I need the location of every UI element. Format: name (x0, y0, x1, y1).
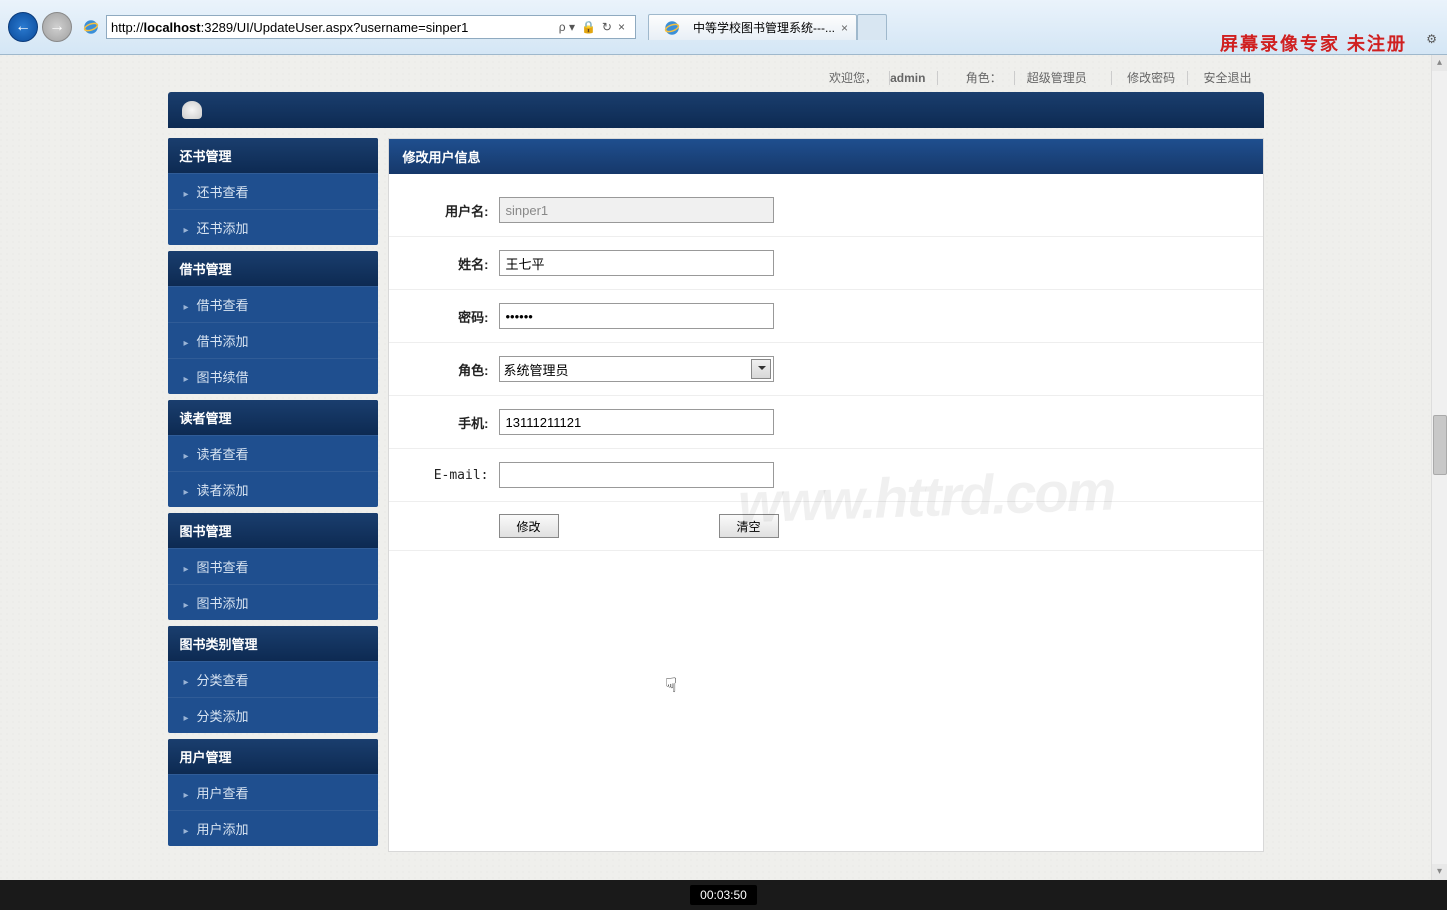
ie-icon (82, 18, 100, 36)
row-phone: 手机: (389, 396, 1263, 449)
input-username (499, 197, 774, 223)
vertical-scrollbar[interactable] (1431, 55, 1447, 880)
sidebar-item[interactable]: 借书添加 (168, 322, 378, 358)
url-tools: ρ ▾ 🔒 ↻ × (559, 20, 631, 34)
select-role-value: 系统管理员 (504, 360, 569, 379)
nav-back-button[interactable]: ← (8, 12, 38, 42)
taskbar: 00:03:50 (0, 880, 1447, 910)
submit-button[interactable]: 修改 (499, 514, 559, 538)
url-prefix: http:// (111, 20, 144, 35)
logout-link[interactable]: 安全退出 (1203, 71, 1251, 85)
sidebar-item[interactable]: 图书添加 (168, 584, 378, 620)
tab-close-icon[interactable]: × (841, 21, 848, 35)
tab-strip: 中等学校图书管理系统---... × (648, 14, 887, 40)
home-icon[interactable] (182, 101, 202, 119)
browser-settings-icon[interactable]: ⚙ (1426, 32, 1437, 46)
sidebar-header: 读者管理 (168, 400, 378, 435)
page-viewport: 欢迎您，admin 角色：超级管理员 修改密码 安全退出 还书管理还书查看还书添… (0, 55, 1431, 880)
sidebar-section: 还书管理还书查看还书添加 (168, 138, 378, 245)
input-realname[interactable] (499, 250, 774, 276)
sidebar-item[interactable]: 分类添加 (168, 697, 378, 733)
sidebar: 还书管理还书查看还书添加借书管理借书查看借书添加图书续借读者管理读者查看读者添加… (168, 138, 378, 852)
row-username: 用户名: (389, 184, 1263, 237)
app-header (168, 92, 1264, 128)
sidebar-item[interactable]: 读者添加 (168, 471, 378, 507)
button-row: 修改 清空 (389, 502, 1263, 551)
sidebar-header: 用户管理 (168, 739, 378, 774)
sidebar-item[interactable]: 图书续借 (168, 358, 378, 394)
chevron-down-icon (758, 366, 766, 374)
search-dropdown-icon[interactable]: ρ ▾ (559, 20, 575, 34)
sidebar-item[interactable]: 借书查看 (168, 286, 378, 322)
row-email: E-mail: (389, 449, 1263, 502)
url-path: :3289/UI/UpdateUser.aspx?username=sinper… (201, 20, 469, 35)
address-bar[interactable]: http://localhost:3289/UI/UpdateUser.aspx… (106, 15, 636, 39)
sidebar-header: 还书管理 (168, 138, 378, 173)
sidebar-item[interactable]: 读者查看 (168, 435, 378, 471)
tab-title: 中等学校图书管理系统---... (693, 19, 835, 36)
row-realname: 姓名: (389, 237, 1263, 290)
stop-icon[interactable]: × (618, 20, 625, 34)
change-password-link[interactable]: 修改密码 (1127, 71, 1175, 85)
new-tab-button[interactable] (857, 14, 887, 40)
scroll-thumb[interactable] (1433, 415, 1447, 475)
form-area: 用户名: 姓名: 密码: 角色: 系统管理员 (389, 174, 1263, 561)
content-wrapper: 还书管理还书查看还书添加借书管理借书查看借书添加图书续借读者管理读者查看读者添加… (168, 128, 1264, 852)
lock-icon[interactable]: 🔒 (581, 20, 596, 34)
row-password: 密码: (389, 290, 1263, 343)
browser-toolbar: ← → http://localhost:3289/UI/UpdateUser.… (0, 0, 1447, 55)
recording-time: 00:03:50 (690, 885, 757, 905)
input-phone[interactable] (499, 409, 774, 435)
sidebar-item[interactable]: 还书添加 (168, 209, 378, 245)
top-links: 欢迎您，admin 角色：超级管理员 修改密码 安全退出 (168, 55, 1264, 92)
input-password[interactable] (499, 303, 774, 329)
label-role: 角色: (389, 360, 499, 379)
sidebar-section: 图书管理图书查看图书添加 (168, 513, 378, 620)
label-realname: 姓名: (389, 254, 499, 273)
label-phone: 手机: (389, 413, 499, 432)
recorder-watermark: 屏幕录像专家 未注册 (1220, 30, 1407, 56)
label-username: 用户名: (389, 201, 499, 220)
sidebar-section: 用户管理用户查看用户添加 (168, 739, 378, 846)
sidebar-item[interactable]: 用户添加 (168, 810, 378, 846)
label-password: 密码: (389, 307, 499, 326)
sidebar-section: 借书管理借书查看借书添加图书续借 (168, 251, 378, 394)
main-panel: 修改用户信息 用户名: 姓名: 密码: 角色: 系统管理员 (388, 138, 1264, 852)
url-host: localhost (144, 20, 201, 35)
sidebar-item[interactable]: 分类查看 (168, 661, 378, 697)
sidebar-section: 读者管理读者查看读者添加 (168, 400, 378, 507)
refresh-icon[interactable]: ↻ (602, 20, 612, 34)
role-text: 角色：超级管理员 (942, 71, 1112, 85)
sidebar-header: 图书管理 (168, 513, 378, 548)
select-role[interactable]: 系统管理员 (499, 356, 774, 382)
browser-tab[interactable]: 中等学校图书管理系统---... × (648, 14, 857, 40)
panel-title: 修改用户信息 (389, 139, 1263, 174)
sidebar-item[interactable]: 图书查看 (168, 548, 378, 584)
welcome-text: 欢迎您，admin (805, 71, 938, 85)
tab-favicon-icon (663, 19, 681, 37)
row-role: 角色: 系统管理员 (389, 343, 1263, 396)
input-email[interactable] (499, 462, 774, 488)
sidebar-item[interactable]: 用户查看 (168, 774, 378, 810)
sidebar-header: 图书类别管理 (168, 626, 378, 661)
sidebar-section: 图书类别管理分类查看分类添加 (168, 626, 378, 733)
label-email: E-mail: (389, 468, 499, 483)
sidebar-item[interactable]: 还书查看 (168, 173, 378, 209)
reset-button[interactable]: 清空 (719, 514, 779, 538)
nav-forward-button[interactable]: → (42, 12, 72, 42)
sidebar-header: 借书管理 (168, 251, 378, 286)
